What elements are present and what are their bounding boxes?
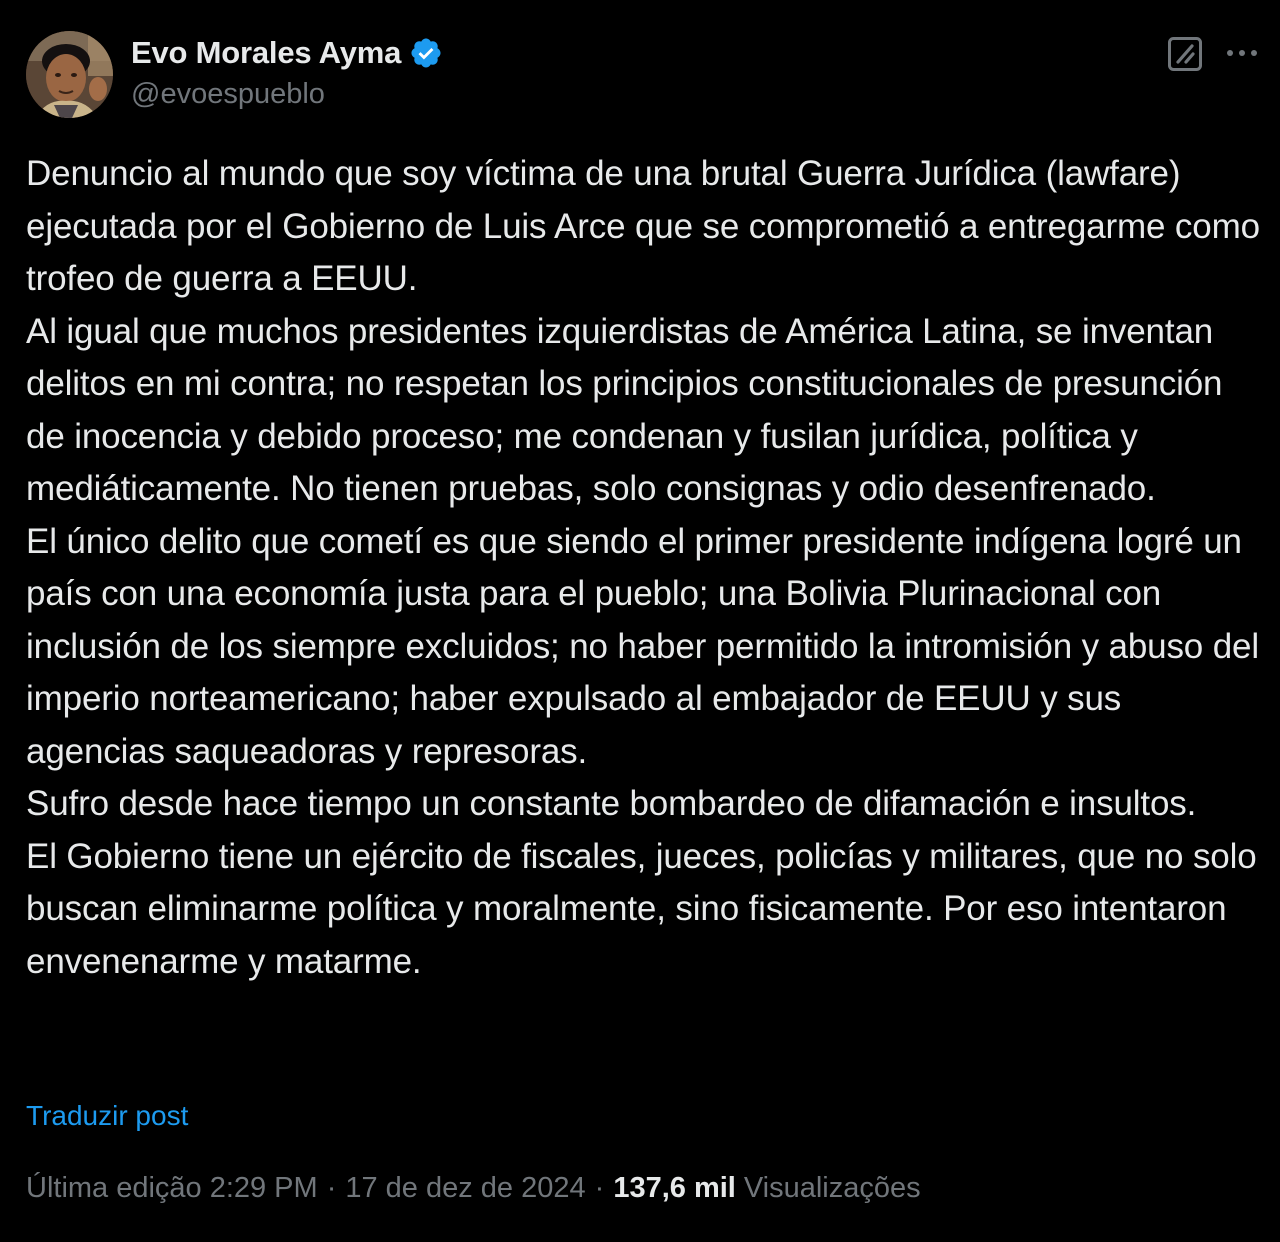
translate-post-link[interactable]: Traduzir post	[26, 1100, 188, 1132]
views-count[interactable]: 137,6 mil	[613, 1172, 736, 1205]
post-paragraph: El único delito que cometí es que siendo…	[26, 521, 1259, 771]
author-name-row: Evo Morales Ayma	[131, 33, 443, 73]
post-text: Denuncio al mundo que soy víctima de una…	[26, 148, 1266, 988]
post-detail: Evo Morales Ayma @evoespueblo Denuncio a…	[0, 0, 1280, 1242]
post-date[interactable]: 17 de dez de 2024	[345, 1172, 585, 1205]
post-paragraph: El Gobierno tiene un ejército de fiscale…	[26, 836, 1257, 981]
post-paragraph: Denuncio al mundo que soy víctima de una…	[26, 154, 1260, 298]
edited-label[interactable]: Última edição	[26, 1172, 202, 1205]
post-time[interactable]: 2:29 PM	[210, 1172, 318, 1205]
post-metadata: Última edição 2:29 PM · 17 de dez de 202…	[26, 1172, 921, 1205]
post-paragraph: Al igual que muchos presidentes izquierd…	[26, 311, 1223, 509]
views-label[interactable]: Visualizações	[744, 1172, 921, 1205]
verified-badge-icon[interactable]	[409, 36, 443, 70]
author-display-name[interactable]: Evo Morales Ayma	[131, 35, 401, 71]
grok-icon[interactable]	[1167, 36, 1203, 72]
more-icon[interactable]	[1224, 38, 1260, 68]
author-handle[interactable]: @evoespueblo	[131, 78, 325, 111]
separator-dot: ·	[326, 1172, 337, 1204]
separator-dot: ·	[594, 1172, 605, 1204]
post-paragraph: Sufro desde hace tiempo un constante bom…	[26, 784, 1197, 823]
profile-photo-icon	[26, 31, 113, 118]
avatar[interactable]	[26, 31, 113, 118]
